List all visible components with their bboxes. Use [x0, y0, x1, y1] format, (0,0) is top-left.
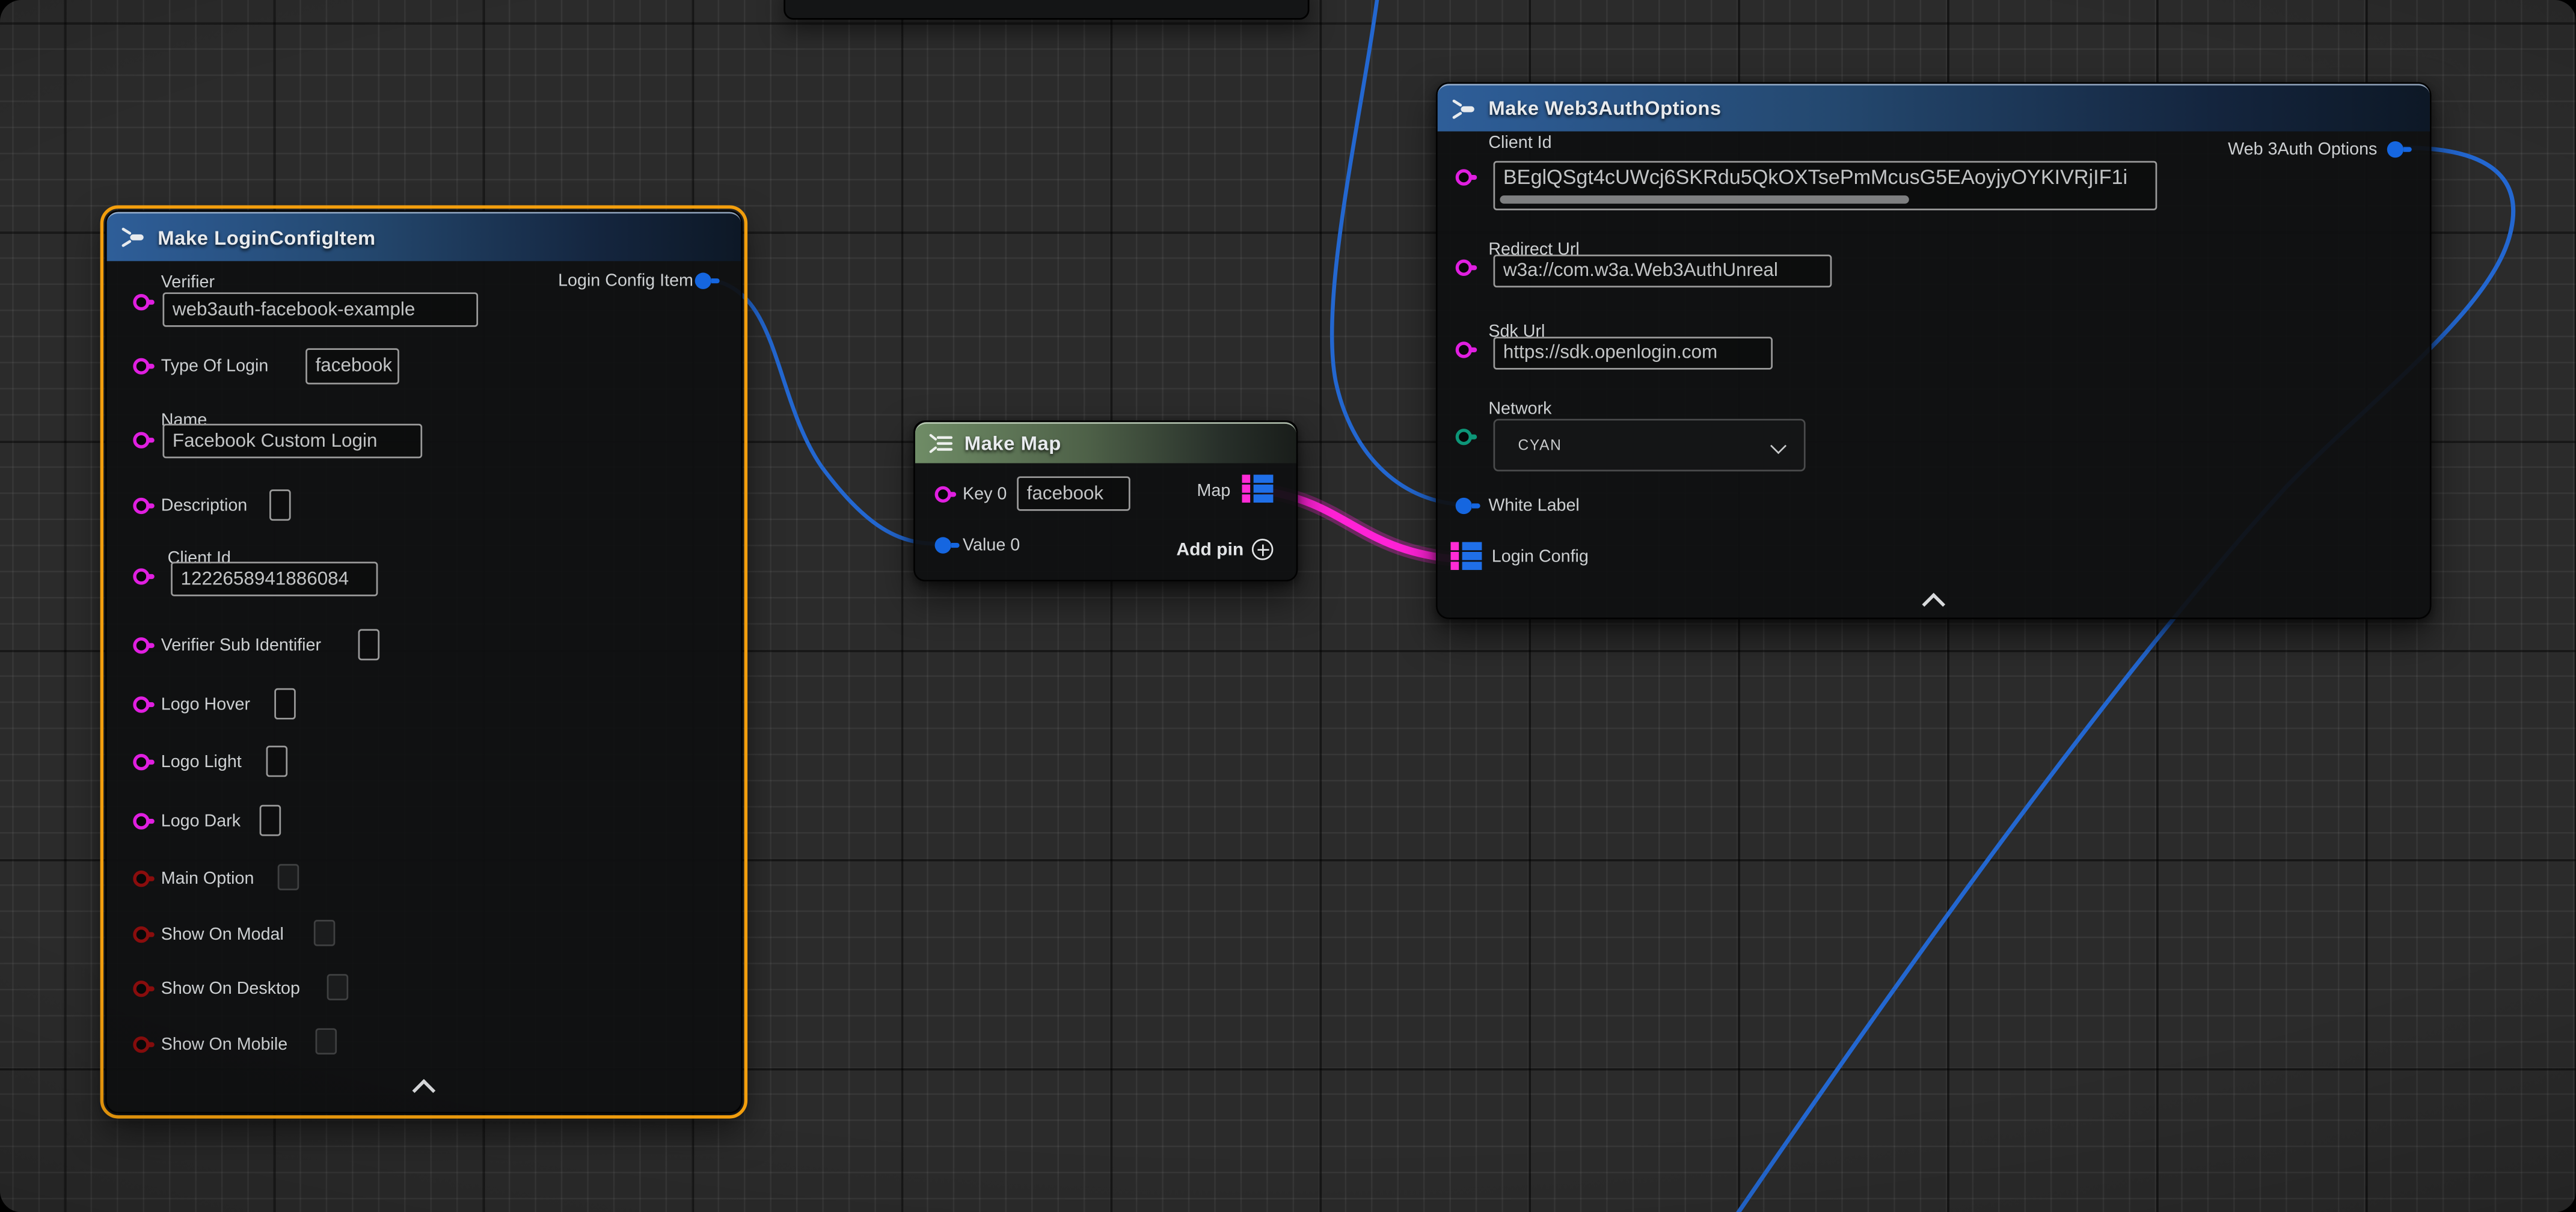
logo-hover-input[interactable]	[274, 688, 296, 720]
main-option-checkbox[interactable]	[278, 864, 299, 890]
pin-label-white-label: White Label	[1488, 496, 1580, 516]
output-pin-label-map: Map	[1197, 482, 1231, 501]
collapse-chevron-icon[interactable]	[1922, 593, 1945, 616]
pin-label-client-id: Client Id	[1488, 133, 1551, 153]
verifier-input[interactable]: web3auth-facebook-example	[162, 292, 478, 326]
add-pin-button[interactable]: Add pin	[1176, 539, 1273, 560]
network-dropdown-value: CYAN	[1518, 437, 1562, 453]
map-value-cell	[1461, 562, 1481, 570]
input-pin-verifier-sub-identifier[interactable]	[133, 637, 149, 653]
client-id-input[interactable]: BEglQSgt4cUWcj6SKRdu5QkOXTsePmMcusG5EAoy…	[1494, 161, 2157, 210]
pin-label-main-option: Main Option	[161, 869, 254, 889]
pin-label-value0: Value 0	[963, 536, 1020, 556]
client-id-text: BEglQSgt4cUWcj6SKRdu5QkOXTsePmMcusG5EAoy…	[1503, 166, 2127, 189]
redirect-url-input[interactable]: w3a://com.w3a.Web3AuthUnreal	[1494, 254, 1832, 287]
node-header-make-loginconfigitem[interactable]: Make LoginConfigItem	[107, 212, 741, 261]
pin-label-verifier-sub-identifier: Verifier Sub Identifier	[161, 635, 321, 655]
node-make-map[interactable]: Make Map Key 0 facebook Map Value 0 Add …	[913, 420, 1298, 581]
pin-label-show-on-modal: Show On Modal	[161, 925, 284, 944]
map-key-cell	[1450, 552, 1459, 560]
pin-label-logo-light: Logo Light	[161, 752, 242, 772]
chevron-down-icon	[1770, 438, 1786, 454]
map-key-cell	[1450, 562, 1459, 570]
map-key-cell	[1243, 485, 1251, 492]
node-header-make-map[interactable]: Make Map	[915, 422, 1296, 463]
input-pin-client-id[interactable]	[133, 568, 149, 584]
input-pin-login-config[interactable]	[1450, 542, 1481, 570]
map-value-cell	[1254, 495, 1274, 503]
client-id-scrollbar[interactable]	[1500, 195, 1909, 204]
input-pin-network[interactable]	[1456, 429, 1472, 445]
client-id-input[interactable]: 1222658941886084	[171, 562, 378, 596]
input-pin-logo-hover[interactable]	[133, 696, 149, 712]
input-pin-verifier[interactable]	[133, 294, 149, 310]
name-input[interactable]: Facebook Custom Login	[162, 424, 422, 458]
map-value-cell	[1254, 475, 1274, 483]
input-pin-name[interactable]	[133, 432, 149, 448]
network-dropdown[interactable]: CYAN	[1494, 419, 1806, 471]
logo-dark-input[interactable]	[260, 805, 281, 836]
blueprint-graph-canvas[interactable]: Make LoginConfigItem Login Config Item V…	[0, 0, 2576, 1212]
node-header-make-web3authoptions[interactable]: Make Web3AuthOptions	[1438, 84, 2430, 131]
input-pin-description[interactable]	[133, 498, 149, 514]
output-pin-label: Web 3Auth Options	[2228, 139, 2377, 159]
verifier-sub-identifier-input[interactable]	[358, 629, 380, 660]
pin-label-key0: Key 0	[963, 485, 1007, 504]
input-pin-logo-dark[interactable]	[133, 813, 149, 829]
pin-label-show-on-mobile: Show On Mobile	[161, 1035, 288, 1054]
output-pin-login-config-item[interactable]	[695, 273, 711, 289]
pin-label-type-of-login: Type Of Login	[161, 357, 269, 376]
output-pin-web3auth-options[interactable]	[2387, 141, 2403, 158]
map-key-cell	[1243, 495, 1251, 503]
collapse-chevron-icon[interactable]	[412, 1079, 436, 1103]
node-title: Make LoginConfigItem	[158, 226, 375, 249]
input-pin-client-id[interactable]	[1456, 169, 1472, 185]
pin-label-logo-hover: Logo Hover	[161, 695, 250, 715]
input-pin-sdk-url[interactable]	[1456, 341, 1472, 358]
input-pin-main-option[interactable]	[133, 871, 149, 887]
input-pin-key0[interactable]	[935, 486, 951, 503]
node-make-loginconfigitem[interactable]: Make LoginConfigItem Login Config Item V…	[105, 210, 743, 1114]
pin-label-logo-dark: Logo Dark	[161, 812, 241, 831]
output-pin-map[interactable]	[1243, 475, 1274, 503]
map-value-cell	[1254, 485, 1274, 492]
logo-light-input[interactable]	[266, 745, 288, 777]
map-key-cell	[1243, 475, 1251, 483]
input-pin-value0[interactable]	[935, 537, 951, 553]
input-pin-show-on-mobile[interactable]	[133, 1036, 149, 1053]
input-pin-redirect-url[interactable]	[1456, 260, 1472, 276]
make-struct-icon	[1450, 98, 1477, 120]
show-on-modal-checkbox[interactable]	[314, 920, 336, 946]
input-pin-white-label[interactable]	[1456, 498, 1472, 514]
pin-label-login-config: Login Config	[1492, 547, 1589, 567]
pin-label-show-on-desktop: Show On Desktop	[161, 979, 300, 999]
map-key-cell	[1450, 542, 1459, 550]
key0-input[interactable]: facebook	[1017, 476, 1130, 510]
blueprint-viewport: Make LoginConfigItem Login Config Item V…	[0, 0, 2576, 1212]
input-pin-logo-light[interactable]	[133, 754, 149, 770]
make-map-icon	[928, 433, 953, 453]
type-of-login-input[interactable]: facebook	[305, 348, 399, 384]
pin-label-network: Network	[1488, 399, 1551, 419]
add-pin-plus-icon	[1252, 539, 1274, 560]
input-pin-type-of-login[interactable]	[133, 358, 149, 375]
show-on-mobile-checkbox[interactable]	[316, 1028, 337, 1054]
map-value-cell	[1461, 552, 1481, 560]
node-title: Make Map	[964, 432, 1061, 455]
sdk-url-input[interactable]: https://sdk.openlogin.com	[1494, 337, 1773, 370]
description-input[interactable]	[269, 489, 291, 521]
map-value-cell	[1461, 542, 1481, 550]
output-pin-label: Login Config Item	[558, 271, 693, 291]
pin-label-verifier: Verifier	[161, 273, 215, 293]
node-title: Make Web3AuthOptions	[1488, 97, 1721, 120]
make-struct-icon	[120, 227, 146, 248]
offscreen-node-edge[interactable]	[784, 0, 1309, 20]
input-pin-show-on-desktop[interactable]	[133, 981, 149, 997]
add-pin-label: Add pin	[1176, 540, 1244, 560]
input-pin-show-on-modal[interactable]	[133, 926, 149, 943]
node-make-web3authoptions[interactable]: Make Web3AuthOptions Web 3Auth Options C…	[1436, 82, 2432, 619]
pin-label-description: Description	[161, 496, 248, 516]
show-on-desktop-checkbox[interactable]	[327, 974, 349, 1000]
